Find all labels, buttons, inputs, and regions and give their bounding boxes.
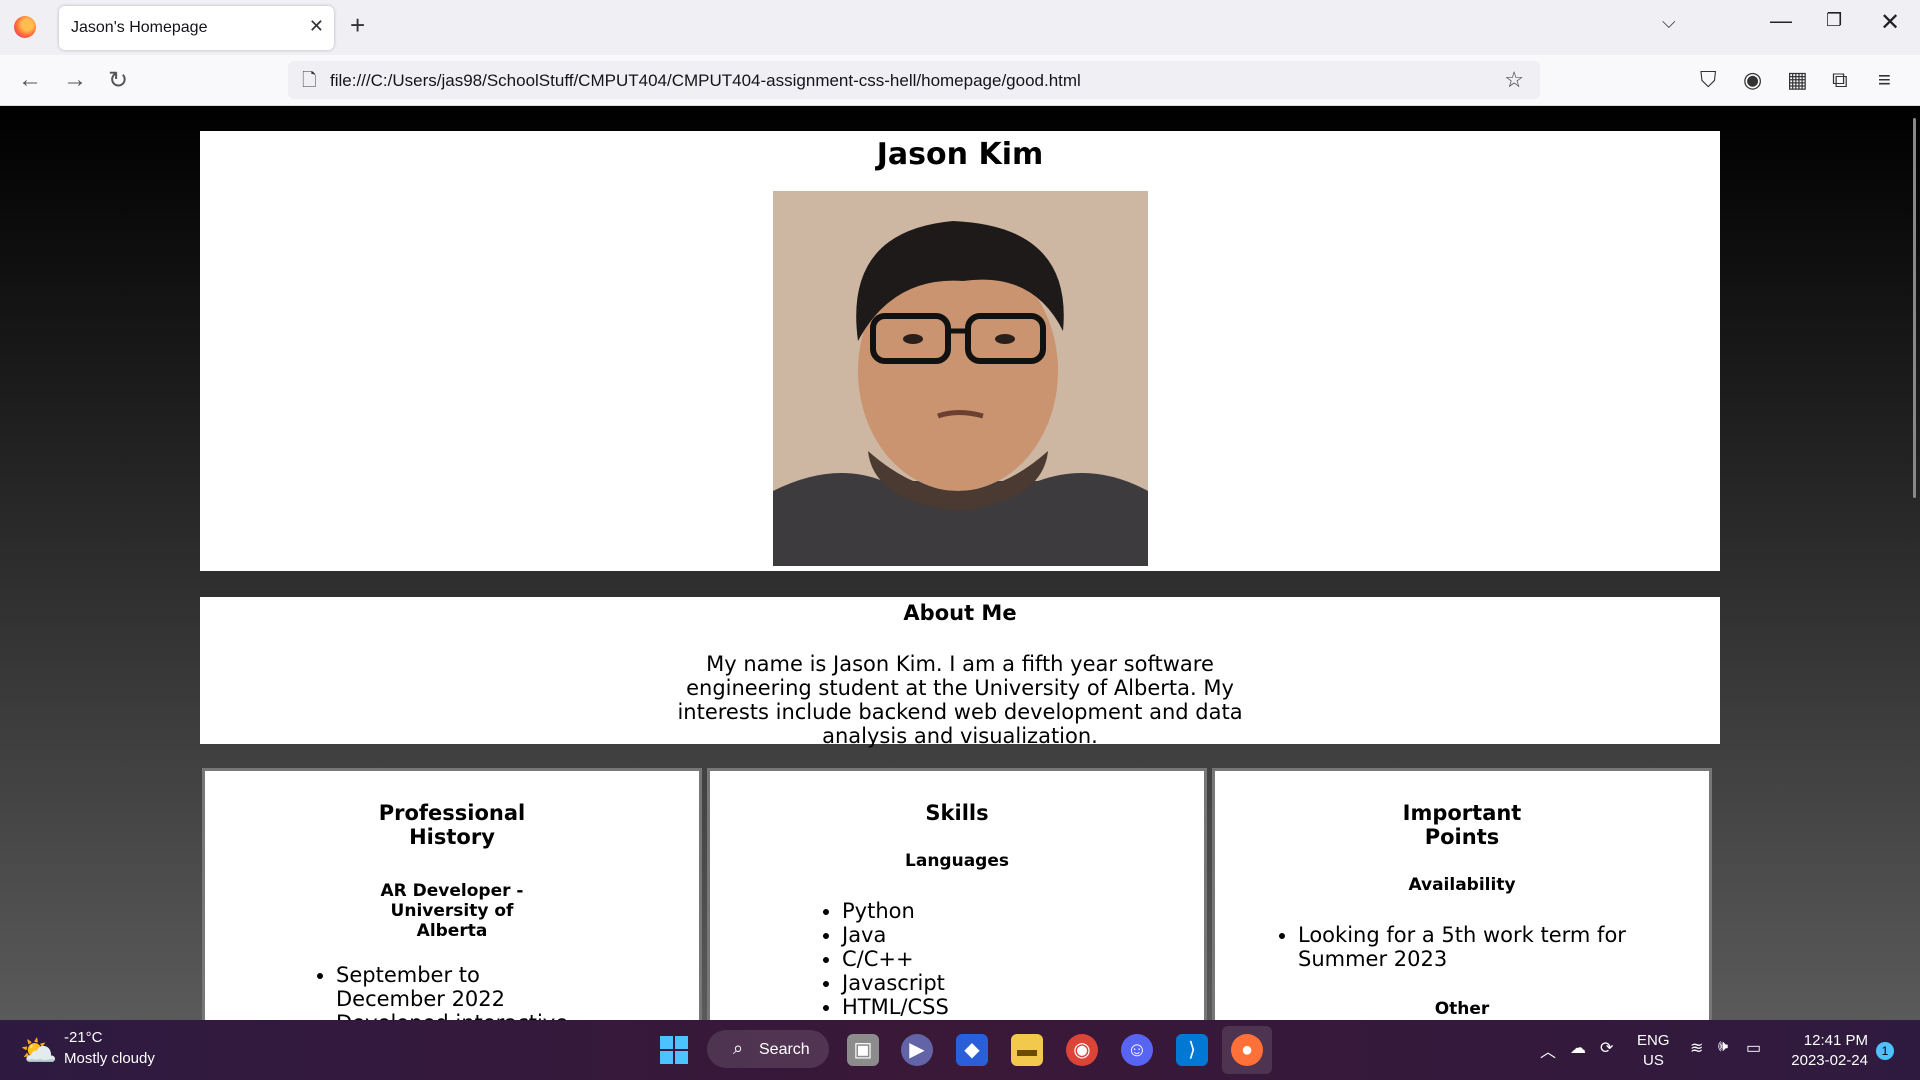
weather-temperature[interactable]: -21°C <box>64 1029 103 1046</box>
list-item: September to December 2022 <box>336 963 576 1011</box>
languages-subtitle: Languages <box>905 851 1009 871</box>
job-title-line3: Alberta <box>416 921 488 941</box>
minimize-icon[interactable]: — <box>1770 8 1792 34</box>
clock-date[interactable]: 2023-02-24 <box>1780 1052 1868 1069</box>
forward-icon[interactable]: → <box>63 66 87 94</box>
availability-list: Looking for a 5th work term for Summer 2… <box>1270 923 1678 971</box>
chrome-icon[interactable]: ◉ <box>1066 1034 1098 1066</box>
professional-list: September to December 2022 Developed int… <box>308 963 576 1020</box>
taskbar-search[interactable]: ⌕ Search <box>707 1030 829 1068</box>
availability-subtitle: Availability <box>1408 875 1516 895</box>
search-icon: ⌕ <box>733 1038 744 1058</box>
professional-title-line1: Professional <box>378 801 526 825</box>
task-view-icon[interactable]: ▣ <box>847 1034 879 1066</box>
skills-column: Skills Languages Python Java C/C++ Javas… <box>707 768 1207 1020</box>
important-title-line2: Points <box>1424 825 1500 849</box>
about-card: About Me My name is Jason Kim. I am a fi… <box>200 597 1720 748</box>
list-item: HTML/CSS <box>842 995 1102 1019</box>
new-tab-icon[interactable]: + <box>350 10 365 41</box>
discord-icon[interactable]: ☺ <box>1121 1034 1153 1066</box>
list-item: Developed interactive <box>336 1011 576 1020</box>
other-subtitle: Other <box>1434 999 1490 1019</box>
skills-list: Python Java C/C++ Javascript HTML/CSS <box>814 899 1102 1019</box>
important-points-column: Important Points Availability Looking fo… <box>1212 768 1712 1020</box>
important-title-line1: Important <box>1402 801 1522 825</box>
wifi-icon[interactable]: ≋ <box>1690 1038 1703 1058</box>
windows-start-icon[interactable] <box>660 1036 688 1064</box>
list-item: Javascript <box>842 971 1102 995</box>
copilot-icon[interactable]: ◆ <box>956 1034 988 1066</box>
about-text: My name is Jason Kim. I am a fifth year … <box>677 652 1243 748</box>
restore-icon[interactable]: ❐ <box>1826 10 1842 31</box>
clock-time[interactable]: 12:41 PM <box>1788 1032 1868 1049</box>
vscode-icon[interactable]: ⟩ <box>1176 1034 1208 1066</box>
keyboard-layout[interactable]: US <box>1643 1052 1664 1069</box>
navigation-bar: ← → ↻ 🗋 file:///C:/Users/jas98/SchoolStu… <box>0 55 1920 106</box>
list-item: Python <box>842 899 1102 923</box>
firefox-taskbar-icon[interactable]: ● <box>1231 1034 1263 1066</box>
url-text[interactable]: file:///C:/Users/jas98/SchoolStuff/CMPUT… <box>330 71 1081 91</box>
extensions-icon[interactable]: ⧉ <box>1832 67 1848 93</box>
job-title-line2: University of <box>390 901 514 921</box>
about-title: About Me <box>903 601 1017 625</box>
list-item: Java <box>842 923 1102 947</box>
tab-active[interactable]: Jason's Homepage ✕ <box>59 6 334 50</box>
chevron-up-icon[interactable]: ︿ <box>1540 1038 1556 1062</box>
back-icon[interactable]: ← <box>18 66 42 94</box>
firefox-icon <box>14 16 36 38</box>
extension-monkey-icon[interactable]: ◉ <box>1743 67 1762 93</box>
professional-title-line2: History <box>409 825 495 849</box>
list-item: Looking for a 5th work term for Summer 2… <box>1298 923 1678 971</box>
language-indicator[interactable]: ENG <box>1637 1032 1670 1049</box>
close-tab-icon[interactable]: ✕ <box>309 16 324 37</box>
menu-icon[interactable]: ≡ <box>1878 67 1891 93</box>
apps-grid-icon[interactable]: ▦ <box>1787 67 1808 93</box>
reload-icon[interactable]: ↻ <box>108 66 128 95</box>
tab-bar: Jason's Homepage ✕ + ⌵ — ❐ ✕ <box>0 0 1920 55</box>
chat-icon[interactable]: ▶ <box>901 1034 933 1066</box>
page-icon: 🗋 <box>302 70 317 90</box>
list-item: C/C++ <box>842 947 1102 971</box>
sync-icon[interactable]: ⟳ <box>1600 1038 1613 1058</box>
profile-photo <box>773 191 1148 566</box>
search-label: Search <box>759 1041 810 1058</box>
pocket-icon[interactable]: ⛉ <box>1700 67 1717 93</box>
scrollbar[interactable] <box>1913 118 1916 498</box>
page-viewport: Jason Kim About Me My name is Jason Kim.… <box>0 106 1920 1020</box>
battery-icon[interactable]: ▭ <box>1746 1038 1761 1058</box>
volume-icon[interactable]: 🕪 <box>1718 1038 1728 1056</box>
notification-badge[interactable]: 1 <box>1876 1042 1894 1060</box>
tab-title: Jason's Homepage <box>71 19 208 36</box>
skills-title: Skills <box>925 801 989 825</box>
weather-description[interactable]: Mostly cloudy <box>64 1050 155 1067</box>
header-card: Jason Kim <box>200 131 1720 571</box>
onedrive-icon[interactable]: ☁ <box>1570 1038 1586 1058</box>
job-title-line1: AR Developer - <box>380 881 524 901</box>
chevron-down-icon[interactable]: ⌵ <box>1662 12 1676 33</box>
url-bar[interactable]: 🗋 file:///C:/Users/jas98/SchoolStuff/CMP… <box>288 61 1540 99</box>
page-title: Jason Kim <box>876 137 1044 172</box>
taskbar: ⛅ -21°C Mostly cloudy ⌕ Search ▣ ▶ ◆ ▬ ◉… <box>0 1020 1920 1080</box>
professional-history-column: Professional History AR Developer - Univ… <box>202 768 702 1020</box>
bookmark-star-icon[interactable]: ☆ <box>1504 67 1524 93</box>
file-explorer-icon[interactable]: ▬ <box>1011 1034 1043 1066</box>
weather-cloud-icon[interactable]: ⛅ <box>20 1034 57 1069</box>
close-window-icon[interactable]: ✕ <box>1880 8 1900 37</box>
